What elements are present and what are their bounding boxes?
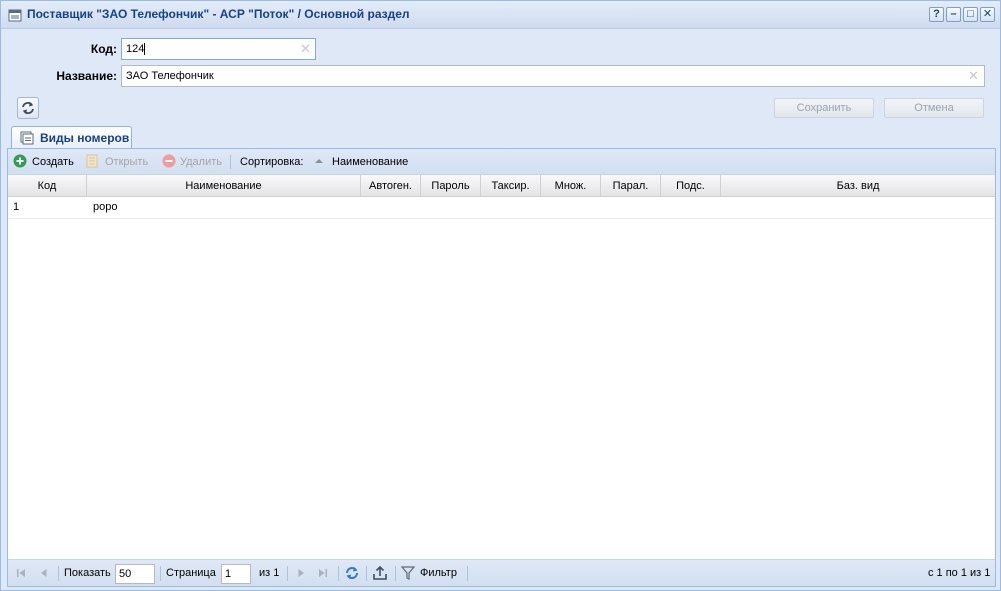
window: Поставщик "ЗАО Телефончик" - АСР "Поток"… <box>0 0 1001 591</box>
filter-button[interactable]: Фильтр <box>420 567 457 579</box>
clear-code-icon[interactable]: ✕ <box>300 42 312 56</box>
cell-name: роро <box>93 201 118 213</box>
code-value: 124 <box>126 43 145 55</box>
window-icon <box>8 9 22 22</box>
add-icon <box>13 154 27 168</box>
text-caret <box>144 43 146 56</box>
page-size-input[interactable]: 50 <box>115 564 155 584</box>
cancel-button[interactable]: Отмена <box>884 98 984 118</box>
create-button[interactable]: Создать <box>32 155 74 169</box>
export-icon[interactable] <box>372 565 388 581</box>
last-page-icon[interactable] <box>316 566 330 580</box>
open-button[interactable]: Открыть <box>105 155 148 169</box>
page-label: Страница <box>166 567 216 579</box>
column-header-base-type[interactable]: Баз. вид <box>721 175 995 197</box>
pager-separator <box>160 566 161 581</box>
sort-label: Сортировка: <box>240 156 304 168</box>
maximize-button[interactable]: □ <box>963 7 978 22</box>
column-header-password[interactable]: Пароль <box>421 175 481 197</box>
clear-name-icon[interactable]: ✕ <box>968 69 980 83</box>
name-value: ЗАО Телефончик <box>126 70 214 82</box>
pager-separator <box>338 566 339 581</box>
refresh-button[interactable] <box>17 97 39 119</box>
page-count-label: из 1 <box>259 567 280 579</box>
open-icon <box>86 154 98 168</box>
name-input[interactable]: ЗАО Телефончик ✕ <box>121 65 985 87</box>
sort-field-button[interactable]: Наименование <box>332 155 408 169</box>
column-header-tariff[interactable]: Таксир. <box>481 175 541 197</box>
delete-button[interactable]: Удалить <box>180 155 222 169</box>
code-label: Код: <box>90 42 117 56</box>
cell-code: 1 <box>13 201 20 213</box>
pager-separator <box>58 566 59 581</box>
pager-separator <box>366 566 367 581</box>
delete-icon <box>162 154 176 168</box>
column-header-code[interactable]: Код <box>8 175 87 197</box>
grid-panel: Создать Открыть Удалить Сортировка: Наим… <box>7 148 996 587</box>
minimize-button[interactable]: – <box>946 7 961 22</box>
sort-asc-icon <box>315 159 323 163</box>
tab-label: Виды номеров <box>40 131 130 145</box>
pager-separator <box>395 566 396 581</box>
filter-icon <box>401 566 415 580</box>
toolbar-separator <box>230 155 231 169</box>
page-number-input[interactable]: 1 <box>221 564 251 584</box>
window-title: Поставщик "ЗАО Телефончик" - АСР "Поток"… <box>27 7 410 21</box>
first-page-icon[interactable] <box>14 566 28 580</box>
tab-number-types[interactable]: Виды номеров <box>11 126 132 149</box>
grid-header: Код Наименование Автоген. Пароль Таксир.… <box>8 175 995 197</box>
grid-toolbar: Создать Открыть Удалить Сортировка: Наим… <box>8 149 995 175</box>
next-page-icon[interactable] <box>294 566 308 580</box>
pager-separator <box>287 566 288 581</box>
refresh-icon <box>22 102 34 114</box>
column-header-multiple[interactable]: Множ. <box>541 175 601 197</box>
help-button[interactable]: ? <box>929 7 944 22</box>
column-header-autogen[interactable]: Автоген. <box>361 175 421 197</box>
pager-separator <box>467 566 468 581</box>
code-input[interactable]: 124 ✕ <box>121 38 316 60</box>
column-header-subst[interactable]: Подс. <box>661 175 721 197</box>
paging-toolbar: Показать 50 Страница 1 из 1 Фильтр с 1 п… <box>8 559 995 586</box>
column-header-parallel[interactable]: Парал. <box>601 175 661 197</box>
name-label: Название: <box>56 69 117 83</box>
prev-page-icon[interactable] <box>37 566 51 580</box>
reload-icon[interactable] <box>344 565 360 581</box>
save-button[interactable]: Сохранить <box>774 98 874 118</box>
table-icon <box>20 131 34 145</box>
show-label: Показать <box>64 567 111 579</box>
window-titlebar: Поставщик "ЗАО Телефончик" - АСР "Поток"… <box>1 1 1000 29</box>
paging-summary: с 1 по 1 из 1 <box>928 567 991 579</box>
close-button[interactable]: ✕ <box>980 7 995 22</box>
column-header-name[interactable]: Наименование <box>87 175 361 197</box>
table-row[interactable]: 1 роро <box>8 197 995 219</box>
